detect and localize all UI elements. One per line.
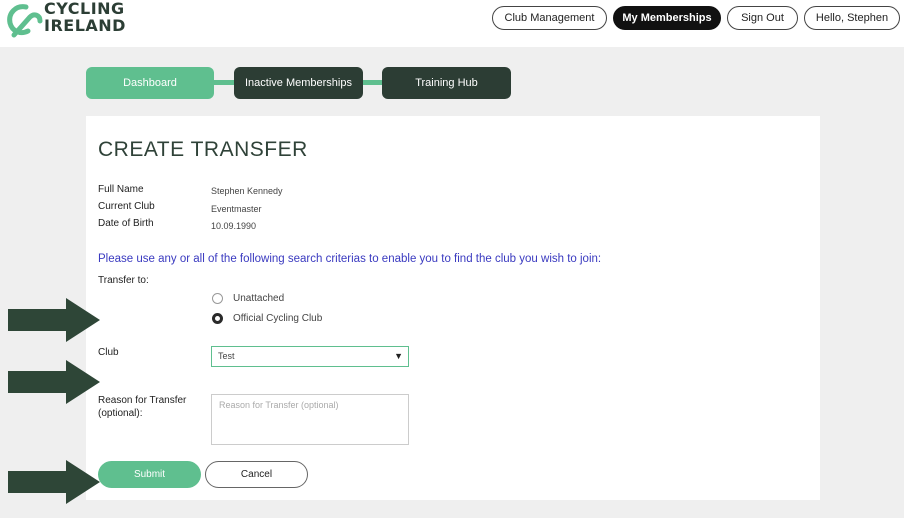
dob-value: 10.09.1990 — [211, 221, 257, 231]
club-management-button[interactable]: Club Management — [492, 6, 607, 30]
arrow-right-icon — [8, 298, 100, 342]
tab-inactive-memberships[interactable]: Inactive Memberships — [234, 67, 363, 99]
logo-wordmark[interactable]: CYCLING IRELAND — [44, 0, 126, 34]
page-title: CREATE TRANSFER — [98, 138, 308, 161]
sign-out-button[interactable]: Sign Out — [727, 6, 798, 30]
full-name-value: Stephen Kennedy — [211, 186, 283, 196]
account-menu-button[interactable]: Hello, Stephen — [804, 6, 900, 30]
arrow-right-icon — [8, 460, 100, 504]
club-select-value: Test — [218, 351, 235, 361]
club-label: Club — [98, 347, 119, 358]
logo-line-2: IRELAND — [44, 16, 126, 35]
full-name-label: Full Name — [98, 184, 144, 195]
tab-dashboard[interactable]: Dashboard — [86, 67, 214, 99]
search-instructions: Please use any or all of the following s… — [98, 253, 602, 265]
current-club-value: Eventmaster — [211, 204, 262, 214]
tab-training-hub[interactable]: Training Hub — [382, 67, 511, 99]
submit-button[interactable]: Submit — [98, 461, 201, 488]
official-club-radio[interactable] — [212, 313, 223, 324]
form-card — [86, 116, 820, 500]
top-bar: CYCLING IRELAND Club Management My Membe… — [0, 0, 904, 47]
logo-line-1: CYCLING — [44, 0, 125, 18]
reason-label-line-2: (optional): — [98, 408, 143, 419]
club-select[interactable]: Test ▼ — [211, 346, 409, 367]
chevron-down-icon: ▼ — [394, 351, 403, 361]
dob-label: Date of Birth — [98, 218, 154, 229]
reason-label-line-1: Reason for Transfer — [98, 395, 187, 406]
reason-textarea[interactable] — [211, 394, 409, 445]
unattached-label[interactable]: Unattached — [233, 293, 284, 304]
official-club-label[interactable]: Official Cycling Club — [233, 313, 322, 324]
arrow-right-icon — [8, 360, 100, 404]
unattached-radio[interactable] — [212, 293, 223, 304]
current-club-label: Current Club — [98, 201, 155, 212]
my-memberships-button[interactable]: My Memberships — [613, 6, 721, 30]
transfer-to-label: Transfer to: — [98, 275, 149, 286]
cancel-button[interactable]: Cancel — [205, 461, 308, 488]
